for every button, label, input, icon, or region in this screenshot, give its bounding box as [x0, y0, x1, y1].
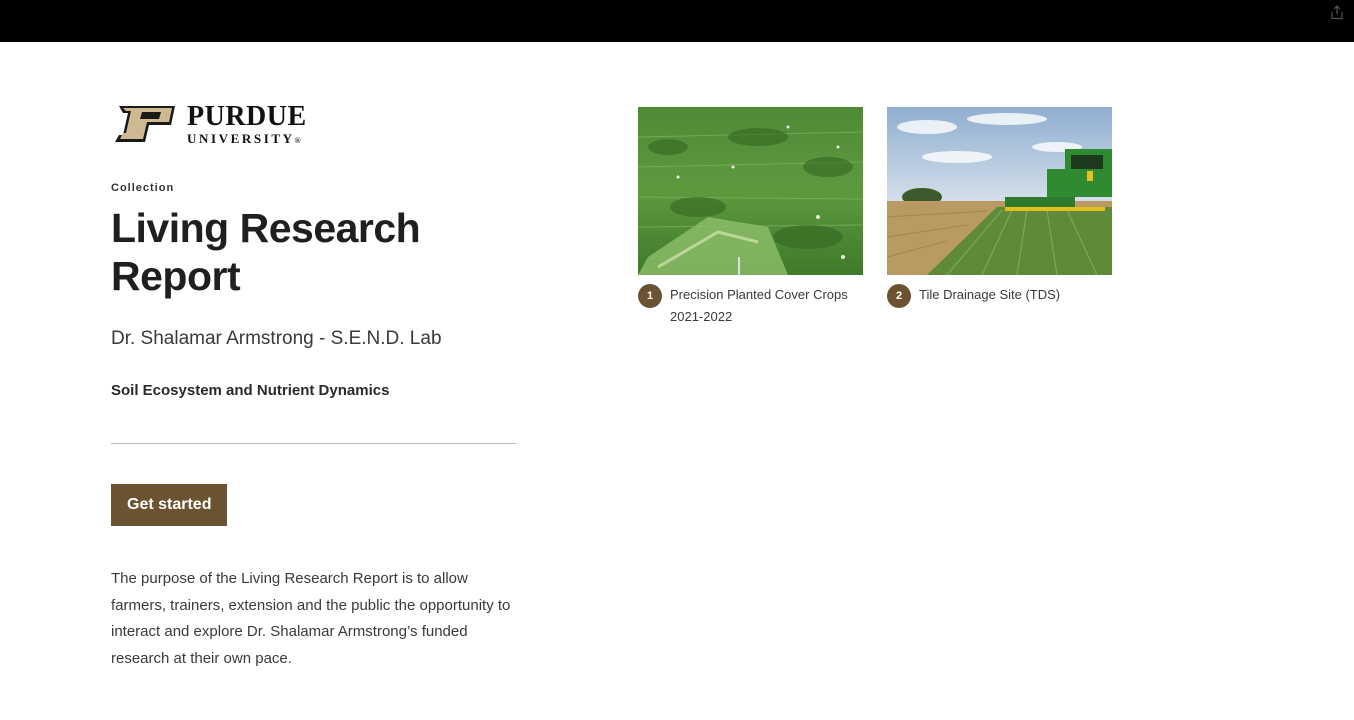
intro-panel: PURDUE UNIVERSITY® Collection Living Res… [111, 101, 531, 672]
cover-crops-thumbnail[interactable] [638, 107, 863, 275]
divider [111, 443, 516, 444]
brand-name: PURDUE [187, 101, 307, 132]
combine-harvest-thumbnail[interactable] [887, 107, 1112, 275]
collection-eyebrow: Collection [111, 182, 175, 194]
lab-tagline: Soil Ecosystem and Nutrient Dynamics [111, 382, 390, 399]
page-title: Living Research Report [111, 205, 421, 299]
card-tile-drainage[interactable]: 2 Tile Drainage Site (TDS) [887, 107, 1112, 328]
share-button[interactable] [1328, 3, 1346, 21]
brand-sub: UNIVERSITY® [187, 131, 301, 146]
purdue-logo[interactable]: PURDUE UNIVERSITY® [111, 101, 531, 146]
card-number: 1 [638, 284, 662, 308]
card-caption: 1 Precision Planted Cover Crops 2021-202… [638, 284, 863, 328]
card-label[interactable]: Tile Drainage Site (TDS) [919, 284, 1109, 306]
top-bar [0, 0, 1354, 42]
card-cover-crops[interactable]: 1 Precision Planted Cover Crops 2021-202… [638, 107, 863, 328]
card-number: 2 [887, 284, 911, 308]
card-caption: 2 Tile Drainage Site (TDS) [887, 284, 1112, 308]
card-label[interactable]: Precision Planted Cover Crops 2021-2022 [670, 284, 860, 328]
share-icon [1331, 4, 1343, 19]
page-subtitle: Dr. Shalamar Armstrong - S.E.N.D. Lab [111, 328, 442, 349]
description: The purpose of the Living Research Repor… [111, 570, 511, 667]
purdue-p-logo-icon [115, 106, 175, 142]
get-started-button[interactable]: Get started [111, 484, 228, 526]
collection-cards: 1 Precision Planted Cover Crops 2021-202… [638, 107, 1112, 328]
